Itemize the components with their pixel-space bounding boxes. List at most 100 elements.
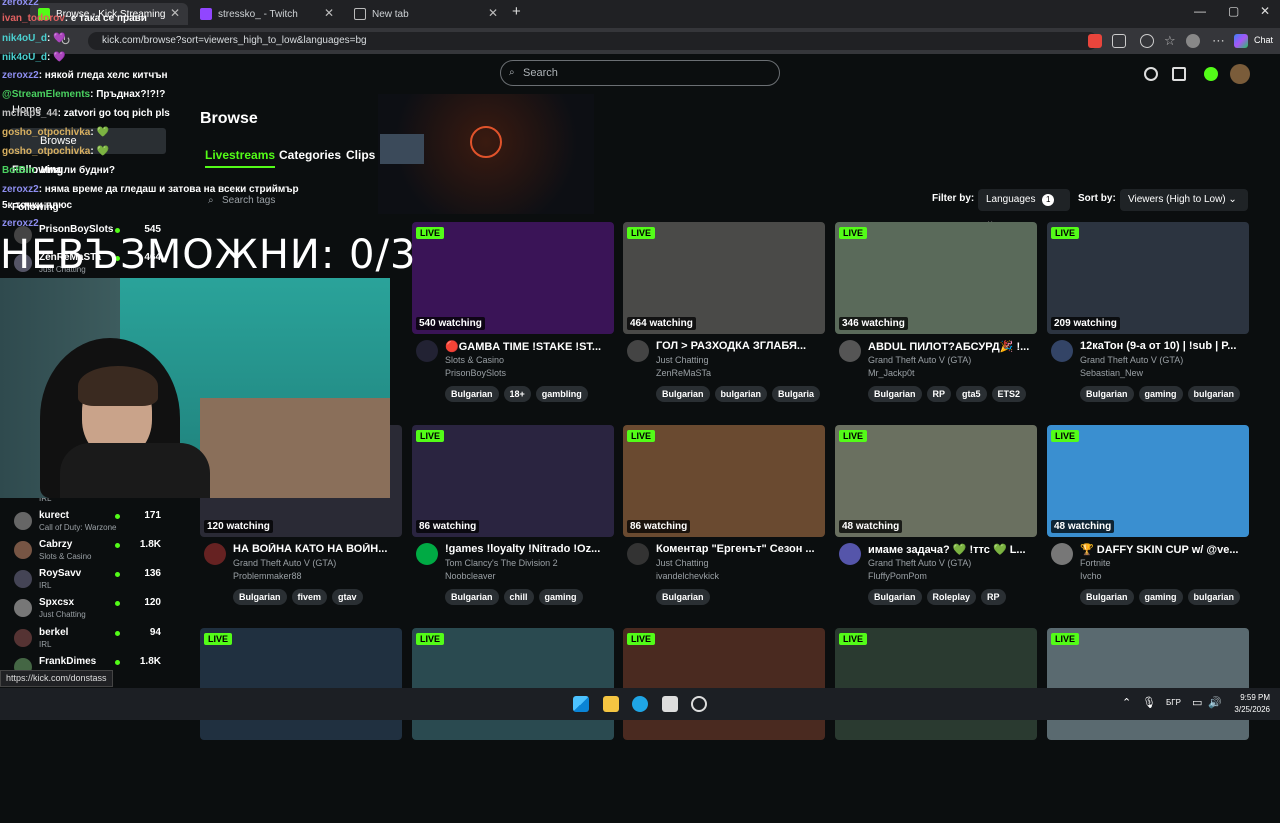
stream-title[interactable]: ABDUL ПИЛОТ?АБСУРД🎉 !... [868, 340, 1036, 353]
stream-title[interactable]: ГОЛ > РАЗХОДКА ЗГЛАБЯ... [656, 340, 824, 352]
stream-title[interactable]: !games !loyalty !Nitrado !Oz... [445, 543, 613, 555]
avatar[interactable] [1051, 340, 1073, 362]
avatar[interactable] [839, 340, 861, 362]
languages-dropdown[interactable]: Languages 1 ⌄ [978, 189, 1070, 227]
stream-thumbnail[interactable]: LIVE [200, 628, 402, 740]
stream-thumbnail[interactable]: LIVE 48 watching [1047, 425, 1249, 537]
tag-pill[interactable]: Bulgarian [868, 589, 922, 605]
tab-new-tab[interactable]: New tab ✕ [346, 3, 506, 25]
copilot-icon[interactable] [1234, 34, 1248, 48]
stream-card[interactable]: LIVE 464 watching ГОЛ > РАЗХОДКА ЗГЛАБЯ...… [623, 222, 825, 417]
tray-chevron-icon[interactable]: ⌃ [1122, 696, 1131, 709]
maximize-button[interactable]: ▢ [1228, 4, 1239, 18]
tag-pill[interactable]: Bulgarian [1080, 386, 1134, 402]
tab-clips[interactable]: Clips [346, 148, 375, 162]
tab-categories[interactable]: Categories [279, 148, 341, 162]
stream-thumbnail[interactable]: LIVE 86 watching [623, 425, 825, 537]
stream-card[interactable]: LIVE [1047, 628, 1249, 823]
extension-icon[interactable] [1112, 34, 1126, 48]
tag-pill[interactable]: gtav [332, 589, 363, 605]
tag-pill[interactable]: ETS2 [991, 386, 1027, 402]
avatar[interactable] [204, 543, 226, 565]
avatar[interactable] [416, 340, 438, 362]
stream-thumbnail[interactable]: LIVE [623, 628, 825, 740]
sidebar-channel[interactable]: kurect Call of Duty: Warzone 171 [0, 508, 195, 536]
steam-icon[interactable] [691, 696, 707, 712]
stream-thumbnail[interactable]: LIVE 464 watching [623, 222, 825, 334]
stream-username[interactable]: Ivcho [1080, 571, 1102, 581]
favorites-icon[interactable]: ☆ [1164, 33, 1176, 49]
tag-pill[interactable]: RP [926, 386, 952, 402]
stream-thumbnail[interactable]: LIVE 209 watching [1047, 222, 1249, 334]
sidebar-channel[interactable]: berkel IRL 94 [0, 625, 195, 653]
stream-title[interactable]: Коментар "Ергенът" Сезон ... [656, 543, 824, 555]
tab-livestreams[interactable]: Livestreams [205, 148, 276, 168]
network-icon[interactable]: ▭ [1192, 696, 1202, 709]
stream-category[interactable]: Grand Theft Auto V (GTA) [233, 558, 336, 568]
tag-pill[interactable]: Bulgaria [772, 386, 821, 402]
tag-pill[interactable]: gaming [1138, 386, 1183, 402]
stream-title[interactable]: НА ВОЙНА КАТО НА ВОЙН... [233, 543, 401, 555]
stream-username[interactable]: ivandelchevkick [656, 571, 719, 581]
sort-dropdown[interactable]: Viewers (High to Low) ⌄ [1120, 189, 1248, 211]
stream-card[interactable]: LIVE 48 watching имаме задача? 💚 !ттс 💚 L.… [835, 425, 1037, 620]
stream-title[interactable]: имаме задача? 💚 !ттс 💚 L... [868, 543, 1036, 556]
extension-icon[interactable] [1140, 34, 1154, 48]
stream-category[interactable]: Grand Theft Auto V (GTA) [868, 355, 971, 365]
stream-card[interactable]: LIVE [623, 628, 825, 823]
stream-thumbnail[interactable]: LIVE 540 watching [412, 222, 614, 334]
file-explorer-icon[interactable] [603, 696, 619, 712]
stream-thumbnail[interactable]: LIVE 86 watching [412, 425, 614, 537]
edge-icon[interactable] [632, 696, 648, 712]
minimize-button[interactable]: — [1194, 4, 1206, 18]
tag-pill[interactable]: Bulgarian [445, 386, 499, 402]
avatar[interactable] [1051, 543, 1073, 565]
sidebar-channel[interactable]: Spxcsx Just Chatting 120 [0, 595, 195, 623]
avatar[interactable] [627, 543, 649, 565]
stream-card[interactable]: LIVE [835, 628, 1037, 823]
clock-date[interactable]: 3/25/2026 [1228, 705, 1270, 714]
tag-pill[interactable]: bulgarian [1187, 589, 1241, 605]
volume-icon[interactable]: 🔊 [1208, 696, 1222, 709]
stream-username[interactable]: PrisonBoySlots [445, 368, 506, 378]
tag-pill[interactable]: Roleplay [926, 589, 977, 605]
stream-thumbnail[interactable]: LIVE [1047, 628, 1249, 740]
stream-category[interactable]: Grand Theft Auto V (GTA) [868, 558, 971, 568]
stream-username[interactable]: FluffyPomPom [868, 571, 927, 581]
input-language[interactable]: БГР [1166, 698, 1181, 707]
tag-pill[interactable]: chill [503, 589, 534, 605]
stream-card[interactable]: LIVE 540 watching 🔴GAMBA TIME !STAKE !ST..… [412, 222, 614, 417]
stream-card[interactable]: LIVE [412, 628, 614, 823]
tag-pill[interactable]: RP [981, 589, 1006, 605]
tag-pill[interactable]: Bulgarian [233, 589, 287, 605]
stream-username[interactable]: Mr_Jackp0t [868, 368, 915, 378]
start-icon[interactable] [573, 696, 589, 712]
tag-pill[interactable]: gaming [1138, 589, 1183, 605]
tag-pill[interactable]: Bulgarian [656, 589, 710, 605]
avatar[interactable] [627, 340, 649, 362]
stream-category[interactable]: Just Chatting [656, 558, 709, 568]
close-icon[interactable]: ✕ [488, 6, 498, 20]
stream-category[interactable]: Just Chatting [656, 355, 709, 365]
tag-pill[interactable]: Bulgarian [656, 386, 710, 402]
stream-thumbnail[interactable]: LIVE 48 watching [835, 425, 1037, 537]
store-icon[interactable] [662, 696, 678, 712]
new-tab-button[interactable]: + [512, 3, 521, 20]
stream-card[interactable]: LIVE 86 watching !games !loyalty !Nitrado … [412, 425, 614, 620]
sidebar-channel[interactable]: Cabrzy Slots & Casino 1.8K [0, 537, 195, 565]
stream-thumbnail[interactable]: LIVE [412, 628, 614, 740]
stream-title[interactable]: 🏆 DAFFY SKIN CUP w/ @ve... [1080, 543, 1248, 556]
more-icon[interactable]: ⋯ [1212, 33, 1225, 49]
tag-pill[interactable]: 18+ [503, 386, 531, 402]
address-bar[interactable]: kick.com/browse?sort=viewers_high_to_low… [88, 32, 1098, 50]
tag-pill[interactable]: gaming [538, 589, 583, 605]
clock-time[interactable]: 9:59 PM [1230, 693, 1270, 702]
stream-card[interactable]: LIVE [200, 628, 402, 823]
kick-wallet-icon[interactable] [1204, 67, 1218, 81]
stream-category[interactable]: Fortnite [1080, 558, 1111, 568]
stream-card[interactable]: LIVE 48 watching 🏆 DAFFY SKIN CUP w/ @ve..… [1047, 425, 1249, 620]
avatar[interactable] [416, 543, 438, 565]
sidebar-channel[interactable]: RoySavv IRL 136 [0, 566, 195, 594]
microphone-icon[interactable]: 🎙 [1142, 696, 1156, 709]
adblock-icon[interactable] [1088, 34, 1102, 48]
